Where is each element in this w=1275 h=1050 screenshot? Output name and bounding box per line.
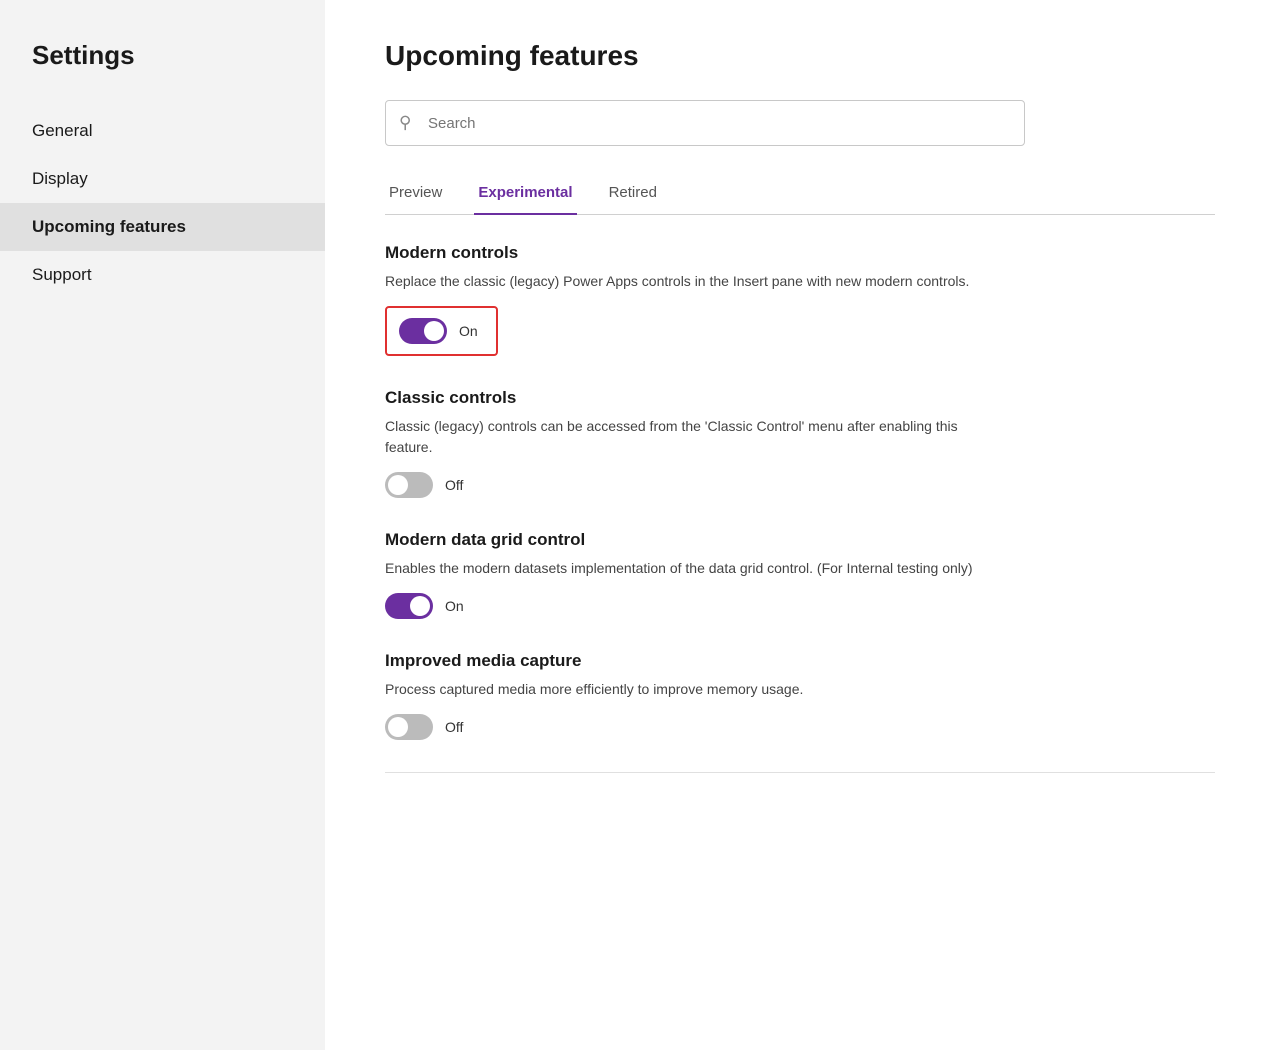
search-container: ⚲	[385, 100, 1215, 146]
modern-data-grid-toggle-label: On	[445, 598, 464, 614]
feature-modern-controls: Modern controls Replace the classic (leg…	[385, 243, 1215, 356]
improved-media-capture-toggle-knob	[388, 717, 408, 737]
sidebar-item-support[interactable]: Support	[0, 251, 325, 299]
modern-controls-toggle-knob	[424, 321, 444, 341]
improved-media-capture-toggle-label: Off	[445, 719, 463, 735]
search-input[interactable]	[385, 100, 1025, 146]
sidebar: Settings General Display Upcoming featur…	[0, 0, 325, 1050]
feature-classic-controls-title: Classic controls	[385, 388, 1215, 408]
feature-improved-media-capture-title: Improved media capture	[385, 651, 1215, 671]
feature-classic-controls: Classic controls Classic (legacy) contro…	[385, 388, 1215, 498]
modern-controls-toggle[interactable]	[399, 318, 447, 344]
sidebar-title: Settings	[0, 40, 325, 107]
search-icon: ⚲	[399, 113, 411, 133]
classic-controls-toggle-label: Off	[445, 477, 463, 493]
feature-modern-data-grid-desc: Enables the modern datasets implementati…	[385, 558, 1005, 579]
feature-modern-controls-title: Modern controls	[385, 243, 1215, 263]
classic-controls-toggle[interactable]	[385, 472, 433, 498]
modern-controls-toggle-label: On	[459, 323, 478, 339]
improved-media-capture-toggle[interactable]	[385, 714, 433, 740]
tab-preview[interactable]: Preview	[385, 174, 446, 215]
improved-media-capture-toggle-row: Off	[385, 714, 1215, 740]
bottom-divider	[385, 772, 1215, 773]
modern-data-grid-toggle[interactable]	[385, 593, 433, 619]
feature-classic-controls-desc: Classic (legacy) controls can be accesse…	[385, 416, 1005, 458]
modern-data-grid-toggle-row: On	[385, 593, 1215, 619]
feature-modern-controls-desc: Replace the classic (legacy) Power Apps …	[385, 271, 1005, 292]
tab-retired[interactable]: Retired	[605, 174, 661, 215]
feature-modern-data-grid-title: Modern data grid control	[385, 530, 1215, 550]
feature-improved-media-capture-desc: Process captured media more efficiently …	[385, 679, 1005, 700]
sidebar-item-display[interactable]: Display	[0, 155, 325, 203]
tab-experimental[interactable]: Experimental	[474, 174, 576, 215]
page-title: Upcoming features	[385, 40, 1215, 72]
modern-controls-toggle-highlight: On	[385, 306, 498, 356]
classic-controls-toggle-knob	[388, 475, 408, 495]
sidebar-item-upcoming-features[interactable]: Upcoming features	[0, 203, 325, 251]
feature-modern-data-grid: Modern data grid control Enables the mod…	[385, 530, 1215, 619]
main-content: Upcoming features ⚲ Preview Experimental…	[325, 0, 1275, 1050]
tabs-bar: Preview Experimental Retired	[385, 174, 1215, 215]
sidebar-item-general[interactable]: General	[0, 107, 325, 155]
feature-improved-media-capture: Improved media capture Process captured …	[385, 651, 1215, 740]
classic-controls-toggle-row: Off	[385, 472, 1215, 498]
modern-data-grid-toggle-knob	[410, 596, 430, 616]
